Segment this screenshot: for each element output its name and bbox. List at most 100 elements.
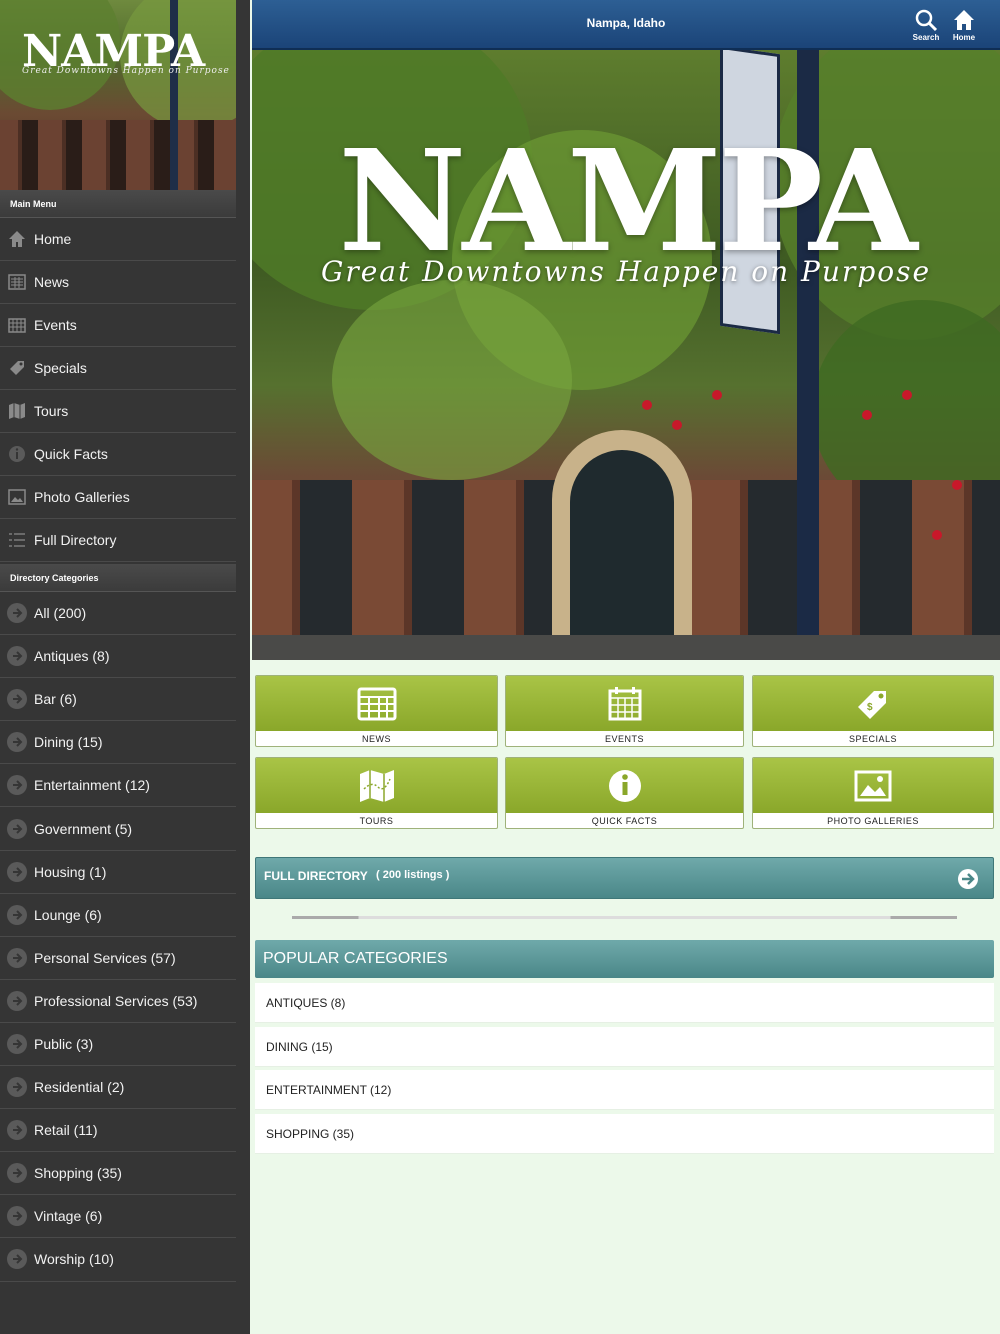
main-menu-heading: Main Menu bbox=[0, 190, 236, 218]
arrow-right-icon bbox=[7, 1249, 27, 1270]
home-icon bbox=[954, 10, 974, 30]
calendar-icon bbox=[608, 686, 641, 720]
sidebar-item-events[interactable]: Events bbox=[0, 304, 236, 347]
sidebar-item-news[interactable]: News bbox=[0, 261, 236, 304]
popular-category-entertainment[interactable]: ENTERTAINMENT (12) bbox=[255, 1070, 994, 1110]
tile-quick-facts[interactable]: QUICK FACTS bbox=[505, 757, 744, 829]
tile-label: TOURS bbox=[359, 816, 394, 826]
full-directory-button[interactable]: FULL DIRECTORY ( 200 listings ) bbox=[255, 857, 994, 899]
category-item-dining[interactable]: Dining (15) bbox=[0, 721, 236, 765]
tile-label: SPECIALS bbox=[848, 734, 898, 744]
arrow-right-icon bbox=[7, 646, 27, 667]
category-item-antiques[interactable]: Antiques (8) bbox=[0, 635, 236, 679]
tile-tours[interactable]: TOURS bbox=[255, 757, 498, 829]
category-item-housing[interactable]: Housing (1) bbox=[0, 851, 236, 894]
category-label: Personal Services (57) bbox=[34, 949, 176, 966]
arrow-right-icon bbox=[7, 775, 27, 796]
search-button-label: Search bbox=[912, 33, 940, 42]
tile-label: EVENTS bbox=[604, 734, 644, 744]
sidebar-item-label: News bbox=[34, 274, 70, 290]
arrow-right-icon bbox=[7, 1033, 27, 1054]
home-button[interactable]: Home bbox=[946, 8, 982, 44]
category-label: Vintage (6) bbox=[34, 1208, 103, 1225]
popular-category-dining[interactable]: DINING (15) bbox=[255, 1027, 994, 1067]
category-label: Antiques (8) bbox=[34, 648, 110, 665]
category-label: Dining (15) bbox=[34, 734, 103, 751]
category-item-entertainment[interactable]: Entertainment (12) bbox=[0, 764, 236, 808]
category-label: Lounge (6) bbox=[34, 906, 102, 923]
category-label: Entertainment (12) bbox=[34, 777, 150, 794]
category-label: Professional Services (53) bbox=[34, 992, 198, 1009]
hero-banner: NAMPA Great Downtowns Happen on Purpose bbox=[252, 50, 1000, 660]
full-directory-count: ( 200 listings ) bbox=[376, 869, 450, 881]
category-item-residential[interactable]: Residential (2) bbox=[0, 1066, 236, 1110]
info-icon bbox=[6, 443, 28, 465]
popular-category-shopping[interactable]: SHOPPING (35) bbox=[255, 1114, 994, 1154]
sidebar-item-full-directory[interactable]: Full Directory bbox=[0, 519, 236, 562]
map-icon bbox=[359, 769, 394, 802]
page-title: Nampa, Idaho bbox=[586, 16, 666, 30]
category-label: Bar (6) bbox=[34, 691, 77, 708]
arrow-right-icon bbox=[7, 818, 27, 839]
sidebar-item-home[interactable]: Home bbox=[0, 218, 236, 261]
tile-label: QUICK FACTS bbox=[591, 816, 658, 826]
arrow-right-icon bbox=[7, 861, 27, 882]
category-item-public[interactable]: Public (3) bbox=[0, 1023, 236, 1067]
sidebar-item-specials[interactable]: Specials bbox=[0, 347, 236, 390]
arrow-right-circle-icon bbox=[958, 869, 978, 889]
arrow-right-icon bbox=[7, 1206, 27, 1227]
popular-categories-heading: POPULAR CATEGORIES bbox=[255, 940, 994, 978]
full-directory-label: FULL DIRECTORY bbox=[264, 869, 368, 883]
category-item-bar[interactable]: Bar (6) bbox=[0, 678, 236, 722]
category-item-government[interactable]: Government (5) bbox=[0, 807, 236, 851]
top-bar: Nampa, Idaho Search Home bbox=[252, 0, 1000, 50]
info-icon bbox=[608, 769, 641, 802]
directory-categories-heading: Directory Categories bbox=[0, 564, 236, 592]
svg-text:$: $ bbox=[867, 702, 873, 713]
arrow-right-icon bbox=[7, 904, 27, 925]
sidebar-item-quick-facts[interactable]: Quick Facts bbox=[0, 433, 236, 476]
sidebar-item-label: Home bbox=[34, 231, 72, 247]
arrow-right-icon bbox=[7, 947, 27, 968]
category-label: Residential (2) bbox=[34, 1079, 125, 1096]
popular-category-label: ANTIQUES (8) bbox=[266, 996, 346, 1010]
category-list: All (200) Antiques (8) Bar (6) Dining (1… bbox=[0, 592, 236, 1282]
category-label: All (200) bbox=[34, 605, 87, 622]
tile-news[interactable]: NEWS bbox=[255, 675, 498, 747]
category-item-personal-services[interactable]: Personal Services (57) bbox=[0, 937, 236, 980]
category-label: Retail (11) bbox=[34, 1122, 98, 1139]
category-item-professional-services[interactable]: Professional Services (53) bbox=[0, 980, 236, 1023]
category-item-vintage[interactable]: Vintage (6) bbox=[0, 1195, 236, 1239]
tile-events[interactable]: EVENTS bbox=[505, 675, 744, 747]
tile-photo-galleries[interactable]: PHOTO GALLERIES bbox=[752, 757, 994, 829]
tag-icon: $ bbox=[858, 690, 886, 719]
image-icon bbox=[6, 486, 28, 508]
search-icon bbox=[915, 9, 938, 32]
hero-tagline: Great Downtowns Happen on Purpose bbox=[320, 255, 932, 288]
category-item-worship[interactable]: Worship (10) bbox=[0, 1238, 236, 1282]
popular-category-label: ENTERTAINMENT (12) bbox=[266, 1083, 392, 1097]
sidebar: NAMPA Great Downtowns Happen on Purpose … bbox=[0, 0, 250, 1334]
popular-category-label: SHOPPING (35) bbox=[266, 1127, 355, 1141]
search-button[interactable]: Search bbox=[908, 8, 944, 44]
category-item-shopping[interactable]: Shopping (35) bbox=[0, 1152, 236, 1196]
tile-specials[interactable]: $ SPECIALS bbox=[752, 675, 994, 747]
divider bbox=[292, 916, 957, 919]
newspaper-icon bbox=[357, 687, 396, 720]
popular-category-antiques[interactable]: ANTIQUES (8) bbox=[255, 983, 994, 1023]
sidebar-item-label: Photo Galleries bbox=[34, 489, 130, 505]
tile-label: NEWS bbox=[362, 734, 391, 744]
category-label: Government (5) bbox=[34, 820, 133, 837]
category-label: Worship (10) bbox=[34, 1251, 114, 1268]
arrow-right-icon bbox=[7, 1120, 27, 1141]
sidebar-item-tours[interactable]: Tours bbox=[0, 390, 236, 433]
arrow-right-icon bbox=[7, 689, 27, 710]
sidebar-header-image: NAMPA Great Downtowns Happen on Purpose bbox=[0, 0, 236, 190]
category-item-all[interactable]: All (200) bbox=[0, 592, 236, 636]
category-item-lounge[interactable]: Lounge (6) bbox=[0, 894, 236, 937]
sidebar-item-photo-galleries[interactable]: Photo Galleries bbox=[0, 476, 236, 519]
arrow-right-icon bbox=[7, 1077, 27, 1098]
calendar-icon bbox=[6, 314, 28, 336]
sidebar-item-label: Tours bbox=[34, 403, 69, 419]
category-item-retail[interactable]: Retail (11) bbox=[0, 1109, 236, 1153]
